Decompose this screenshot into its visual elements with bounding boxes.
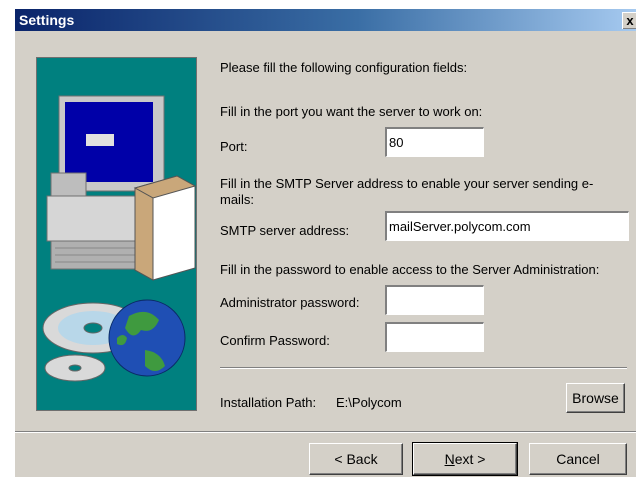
next-button[interactable]: Next >	[412, 442, 518, 476]
installation-path-label: Installation Path:	[220, 395, 317, 410]
window-title: Settings	[19, 12, 75, 28]
back-button[interactable]: < Back	[309, 443, 403, 475]
password-hint: Fill in the password to enable access to…	[220, 262, 600, 277]
separator-highlight	[220, 368, 627, 369]
confirm-password-label: Confirm Password:	[220, 333, 330, 348]
next-label-mnemonic: N	[444, 451, 455, 467]
illustration-svg	[42, 95, 196, 382]
smtp-hint: Fill in the SMTP Server address to enabl…	[220, 176, 594, 207]
admin-password-label: Administrator password:	[220, 295, 360, 310]
installation-path-value: E:\Polycom	[336, 395, 402, 410]
confirm-password-input[interactable]	[385, 322, 484, 352]
next-label-suffix: ext >	[454, 451, 486, 467]
port-label: Port:	[220, 139, 248, 154]
browse-button[interactable]: Browse	[566, 383, 625, 413]
globe-icon	[108, 299, 186, 377]
setup-illustration	[36, 57, 197, 411]
cancel-button[interactable]: Cancel	[529, 443, 627, 475]
port-hint: Fill in the port you want the server to …	[220, 104, 483, 119]
admin-password-input[interactable]	[385, 285, 484, 315]
footer-separator-highlight	[15, 432, 636, 433]
box-icon	[133, 175, 196, 281]
smtp-label: SMTP server address:	[220, 223, 350, 238]
close-button[interactable]: x	[622, 12, 636, 29]
intro-heading: Please fill the following configuration …	[220, 60, 468, 75]
port-input[interactable]	[385, 127, 484, 157]
settings-window: Settings x Please fill the following con…	[14, 8, 636, 477]
smtp-server-input[interactable]	[385, 211, 629, 241]
title-bar[interactable]: Settings x	[15, 9, 636, 31]
